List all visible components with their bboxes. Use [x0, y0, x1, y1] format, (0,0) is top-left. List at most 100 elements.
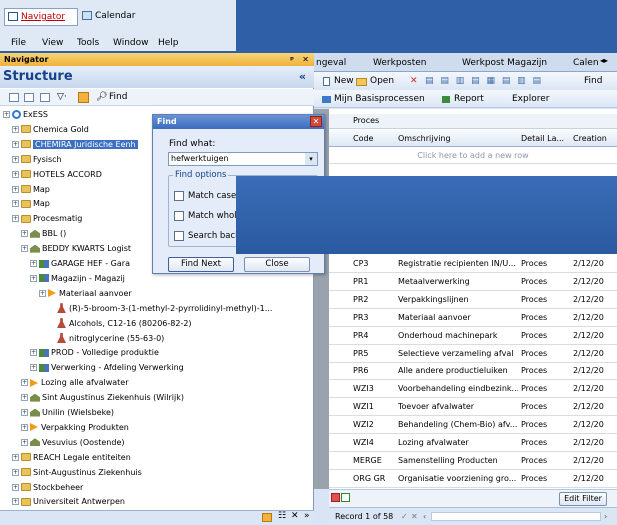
- col-omschrijving[interactable]: Omschrijving: [398, 134, 451, 143]
- tree-node[interactable]: + BEDDY KWARTS Logist: [21, 242, 131, 255]
- expand-icon[interactable]: +: [21, 230, 28, 238]
- table-row[interactable]: MERGE Samenstelling Producten Proces 2/12/2…: [329, 453, 617, 470]
- match-whole-checkbox[interactable]: [174, 211, 184, 221]
- collapse-icon[interactable]: «: [299, 66, 306, 88]
- expand-icon[interactable]: +: [12, 140, 19, 148]
- dropdown-chevron-icon[interactable]: ▾: [305, 153, 317, 165]
- match-case-checkbox[interactable]: [174, 191, 184, 201]
- calendar-tab[interactable]: Calendar: [80, 8, 148, 26]
- tree-node[interactable]: + Map: [12, 183, 50, 196]
- table-row[interactable]: PR3 Materiaal aanvoer Proces 2/12/20: [329, 310, 617, 327]
- expand-icon[interactable]: +: [12, 468, 19, 476]
- tree-node[interactable]: + PROD - Volledige produktie: [30, 346, 159, 359]
- expand-icon[interactable]: +: [12, 170, 19, 178]
- menu-help[interactable]: Help: [158, 35, 179, 51]
- find-what-input[interactable]: hefwerktuigen ▾: [168, 152, 318, 166]
- tree-node[interactable]: + Lozing alle afvalwater: [21, 376, 129, 389]
- filter-icon[interactable]: ▽·: [57, 89, 67, 106]
- table-row[interactable]: ORG GR Organisatie voorziening gro... Proc…: [329, 471, 617, 488]
- horizontal-scrollbar[interactable]: [431, 512, 601, 521]
- explorer-button[interactable]: Explorer: [512, 90, 549, 108]
- add-row[interactable]: Click here to add a new row: [329, 147, 617, 164]
- record-close-icon[interactable]: ✕: [411, 508, 418, 525]
- tree-node[interactable]: + Stockbeheer: [12, 481, 83, 494]
- tree-node[interactable]: + Materiaal aanvoer: [39, 287, 132, 300]
- expand-icon[interactable]: +: [12, 200, 19, 208]
- expand-icon[interactable]: +: [21, 409, 28, 416]
- doc-tab-werkposten[interactable]: Werkposten: [373, 58, 427, 68]
- find-close-button[interactable]: Close: [244, 257, 310, 272]
- navigator-tab[interactable]: Navigator: [4, 8, 78, 26]
- delete-icon[interactable]: ✕: [410, 72, 418, 90]
- tree-node[interactable]: + Fysisch: [12, 153, 62, 166]
- col-detail[interactable]: Detail La...: [521, 134, 564, 143]
- expand-icon[interactable]: +: [21, 394, 28, 402]
- tab-scroll-icon[interactable]: ◂▸: [600, 56, 608, 65]
- tree-node[interactable]: + Vesuvius (Oostende): [21, 436, 124, 449]
- report-button[interactable]: Report: [454, 90, 484, 108]
- menu-view[interactable]: View: [42, 35, 63, 51]
- new-button[interactable]: New: [334, 72, 354, 90]
- tree-node[interactable]: + Verpakking Produkten: [21, 421, 129, 434]
- doc-tab-ongeval[interactable]: ngeval: [316, 58, 346, 68]
- search-back-checkbox[interactable]: [174, 231, 184, 241]
- tree-node[interactable]: + Map: [12, 197, 50, 210]
- expand-icon[interactable]: +: [30, 364, 37, 372]
- toolbar-icon-1[interactable]: [9, 93, 19, 102]
- table-row[interactable]: WZI2 Behandeling (Chem-Bio) afv... Proces 2…: [329, 417, 617, 435]
- footer-menu-icon[interactable]: ☷: [278, 511, 286, 521]
- expand-icon[interactable]: +: [30, 349, 37, 357]
- filter-close-icon[interactable]: [331, 493, 340, 502]
- footer-icon[interactable]: [262, 513, 272, 522]
- toolbar-icons[interactable]: ▤ ▤ ▥ ▤ ▦ ▤ ▥ ▤: [425, 72, 543, 90]
- tree-node[interactable]: + CHEMIRA Juridische Eenh: [12, 138, 138, 151]
- expand-icon[interactable]: +: [21, 379, 28, 387]
- expand-icon[interactable]: +: [12, 155, 19, 163]
- menu-file[interactable]: File: [11, 35, 26, 51]
- table-row[interactable]: PR5 Selectieve verzameling afval Proces 2/1…: [329, 346, 617, 363]
- tree-node[interactable]: + Procesmatig: [12, 212, 82, 225]
- find-next-button[interactable]: Find Next: [168, 257, 234, 272]
- menu-window[interactable]: Window: [113, 35, 149, 51]
- mijn-basisprocessen-button[interactable]: Mijn Basisprocessen: [334, 90, 425, 108]
- record-check-icon[interactable]: ✓: [401, 508, 408, 525]
- tree-node[interactable]: + Sint-Augustinus Ziekenhuis: [12, 466, 142, 479]
- toolbar-icon-2[interactable]: [24, 93, 34, 102]
- pin-icon[interactable]: ᵖ: [290, 53, 294, 66]
- table-row[interactable]: WZI4 Lozing afvalwater Proces 2/12/20: [329, 435, 617, 452]
- toolbar-icon-3[interactable]: [40, 93, 50, 102]
- find-button[interactable]: Find: [584, 72, 602, 90]
- expand-icon[interactable]: +: [39, 289, 46, 297]
- expand-icon[interactable]: +: [12, 483, 19, 491]
- doc-tab-werkpost-magazijn[interactable]: Werkpost Magazijn: [462, 58, 547, 68]
- tree-node[interactable]: + Unilin (Wielsbeke): [21, 406, 114, 419]
- sort-icon[interactable]: [78, 92, 89, 103]
- filter-check-icon[interactable]: [341, 493, 350, 502]
- col-code[interactable]: Code: [353, 134, 373, 143]
- table-row[interactable]: CP3 Registratie recipienten IN/U... Proces…: [329, 256, 617, 273]
- tree-node[interactable]: (R)-5-broom-3-(1-methyl-2-pyrrolidinyl-m…: [48, 302, 272, 315]
- expand-icon[interactable]: +: [12, 215, 19, 223]
- record-next-icon[interactable]: ›: [604, 508, 607, 525]
- find-label[interactable]: Find: [109, 89, 127, 106]
- table-row[interactable]: PR2 Verpakkingslijnen Proces 2/12/20: [329, 292, 617, 309]
- find-dialog-close-icon[interactable]: ✕: [310, 116, 322, 127]
- menu-tools[interactable]: Tools: [77, 35, 99, 51]
- table-row[interactable]: PR4 Onderhoud machinepark Proces 2/12/20: [329, 328, 617, 345]
- expand-icon[interactable]: +: [21, 438, 28, 446]
- tree-node[interactable]: + Universiteit Antwerpen: [12, 495, 125, 508]
- expand-icon[interactable]: +: [21, 245, 28, 253]
- tree-node[interactable]: nitroglycerine (55-63-0): [48, 332, 164, 345]
- tree-node[interactable]: + Verwerking - Afdeling Verwerking: [30, 361, 184, 374]
- tree-node[interactable]: + GARAGE HEF - Gara: [30, 257, 130, 270]
- record-prev-icon[interactable]: ‹: [423, 508, 426, 525]
- table-row[interactable]: PR1 Metaalverwerking Proces 2/12/20: [329, 274, 617, 291]
- expand-icon[interactable]: +: [30, 260, 37, 267]
- tree-node[interactable]: Alcohols, C12-16 (80206-82-2): [48, 317, 192, 330]
- expand-icon[interactable]: +: [12, 125, 19, 133]
- find-icon[interactable]: 🔎︎: [96, 89, 107, 106]
- expand-icon[interactable]: +: [30, 274, 37, 282]
- expand-icon[interactable]: +: [3, 111, 10, 118]
- footer-more-icon[interactable]: »: [304, 511, 310, 521]
- expand-icon[interactable]: +: [12, 453, 19, 461]
